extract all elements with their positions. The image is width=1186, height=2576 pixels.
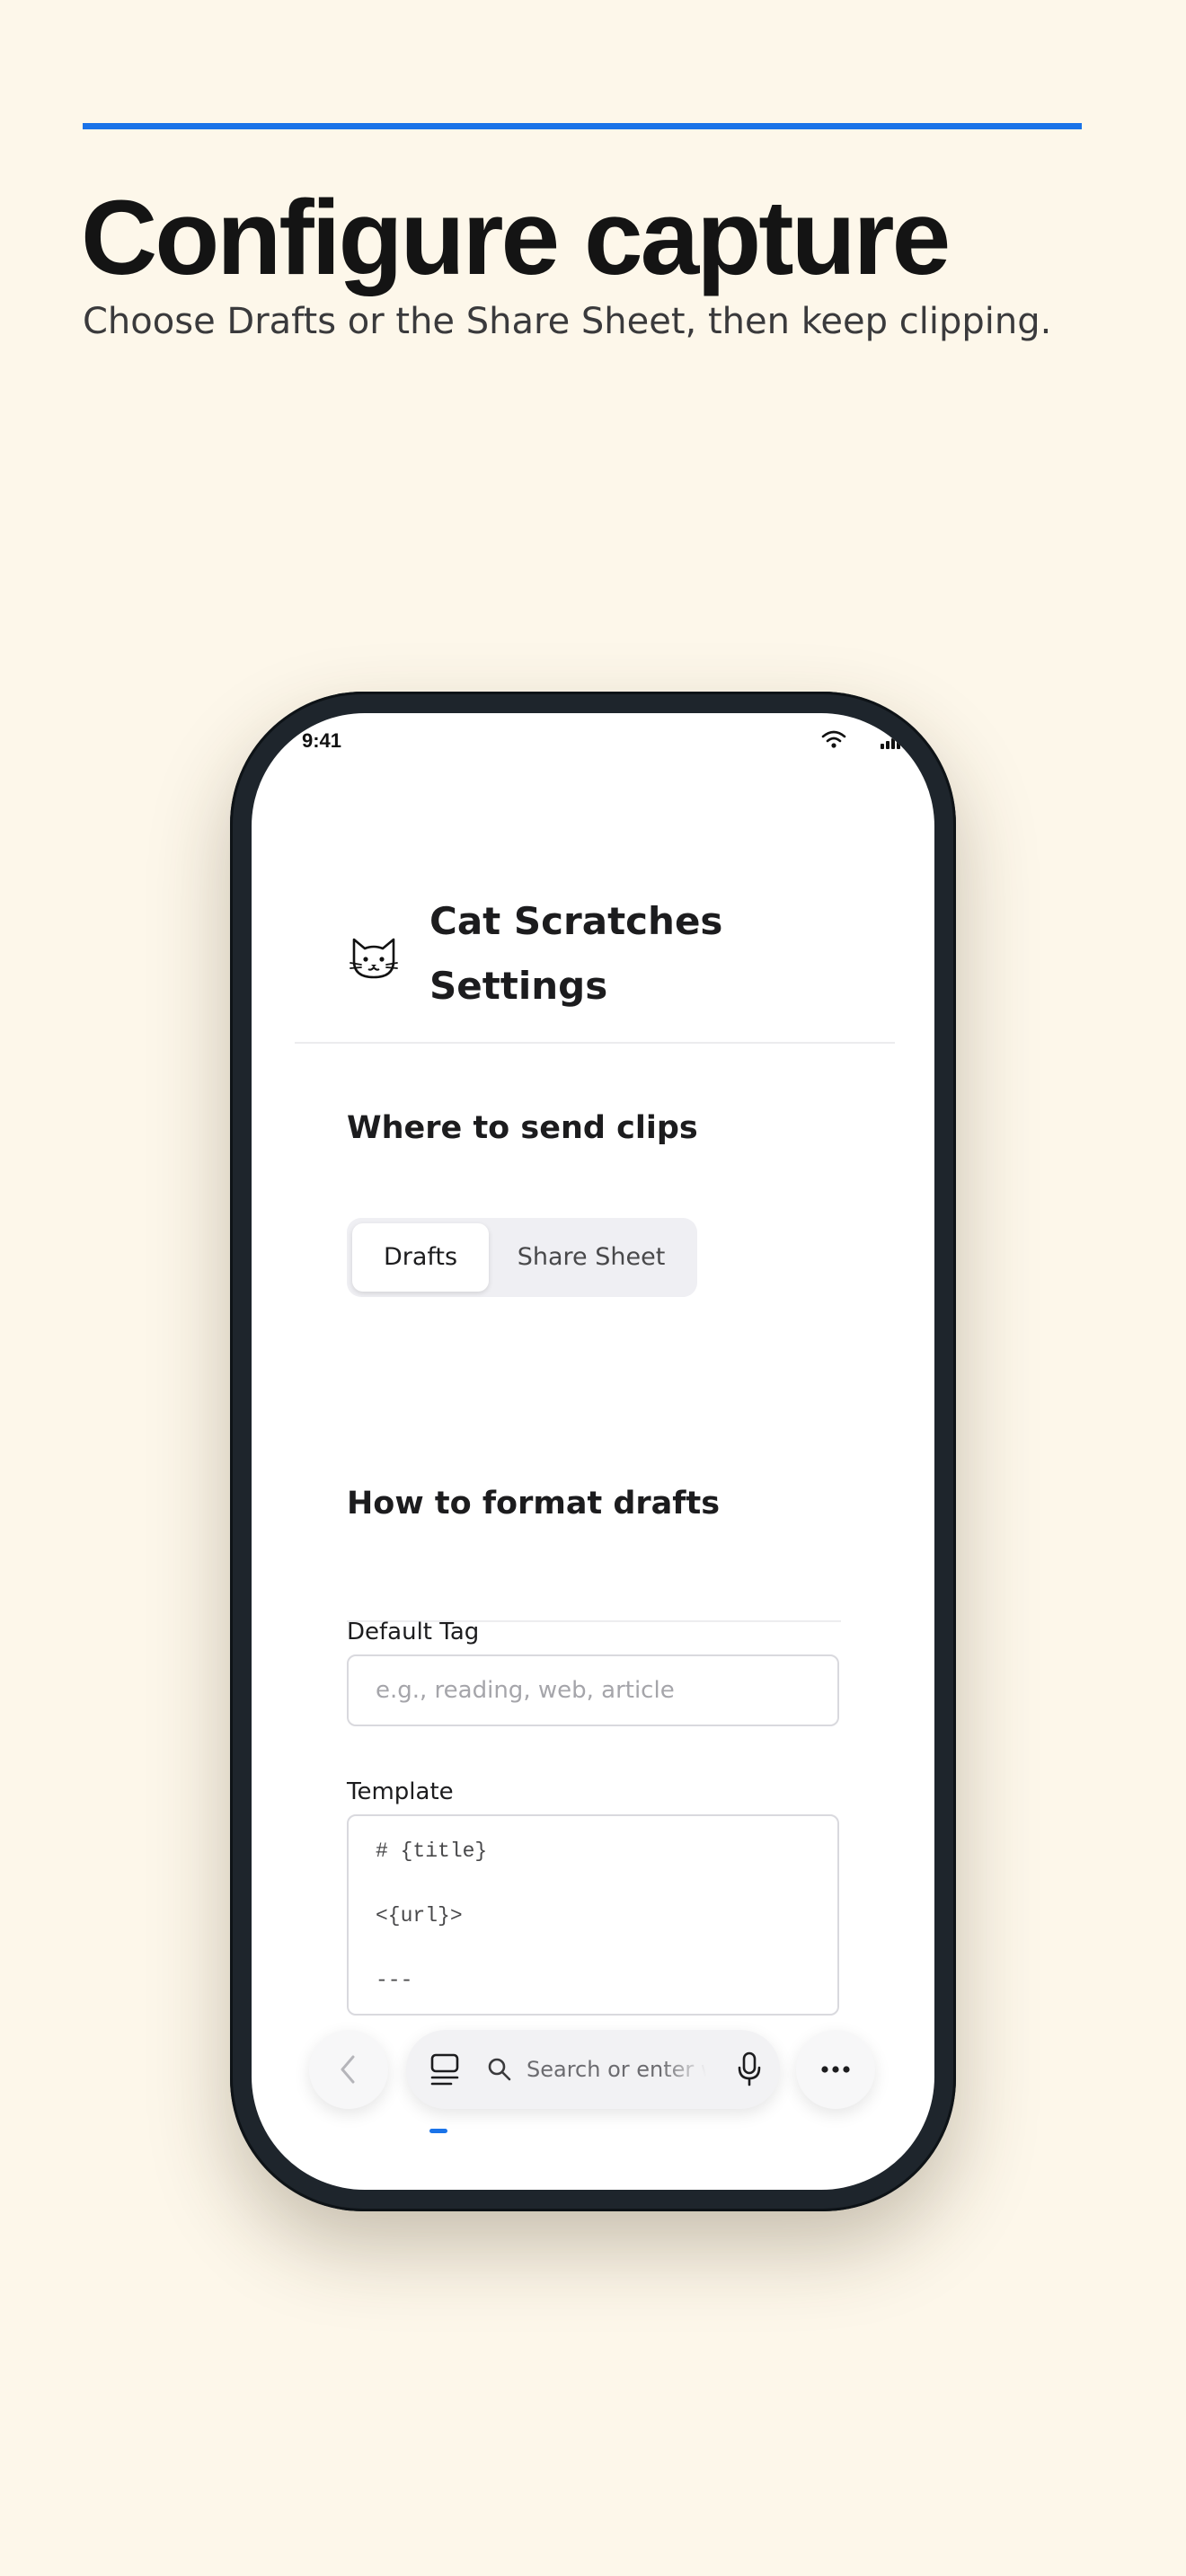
accent-rule [83,123,1082,129]
template-label: Template [347,1778,454,1805]
cellular-signal-icon [881,736,916,749]
segment-drafts[interactable]: Drafts [352,1223,489,1292]
status-icons [800,729,934,756]
page-load-indicator [429,2129,447,2133]
microphone-icon[interactable] [737,2051,762,2087]
promo-subtitle: Choose Drafts or the Share Sheet, then k… [83,301,1052,342]
template-editor[interactable]: # {title} <{url}> --- [347,1814,839,2016]
phone-frame: 9:41 Cat Scratches Settings Where to sen… [230,692,956,2211]
cat-face-icon [350,938,398,979]
more-icon [821,2066,850,2073]
back-button[interactable] [309,2030,388,2109]
tabs-icon [430,2053,459,2086]
default-tag-input[interactable] [347,1654,839,1726]
status-time: 9:41 [302,729,342,752]
phone-screen: 9:41 Cat Scratches Settings Where to sen… [252,713,934,2190]
template-line: <{url}> [376,1904,463,1928]
address-placeholder: Search or enter website name [527,2057,706,2082]
app-title: Cat Scratches Settings [429,899,723,1008]
chevron-left-icon [341,2055,355,2084]
destination-heading: Where to send clips [347,1110,698,1146]
segment-share-sheet[interactable]: Share Sheet [496,1223,686,1292]
format-heading: How to format drafts [347,1486,721,1522]
default-tag-label: Default Tag [347,1619,480,1645]
more-button[interactable] [796,2030,875,2109]
promo-title: Configure capture [81,179,951,297]
address-bar[interactable]: Search or enter website name [406,2030,780,2109]
app-header: Cat Scratches Settings [295,889,895,1044]
template-line: # {title} [376,1839,488,1863]
template-line: --- [376,1969,413,1992]
wifi-icon [821,730,846,748]
search-icon [488,2058,511,2081]
destination-segmented-control: Drafts Share Sheet [347,1218,697,1297]
